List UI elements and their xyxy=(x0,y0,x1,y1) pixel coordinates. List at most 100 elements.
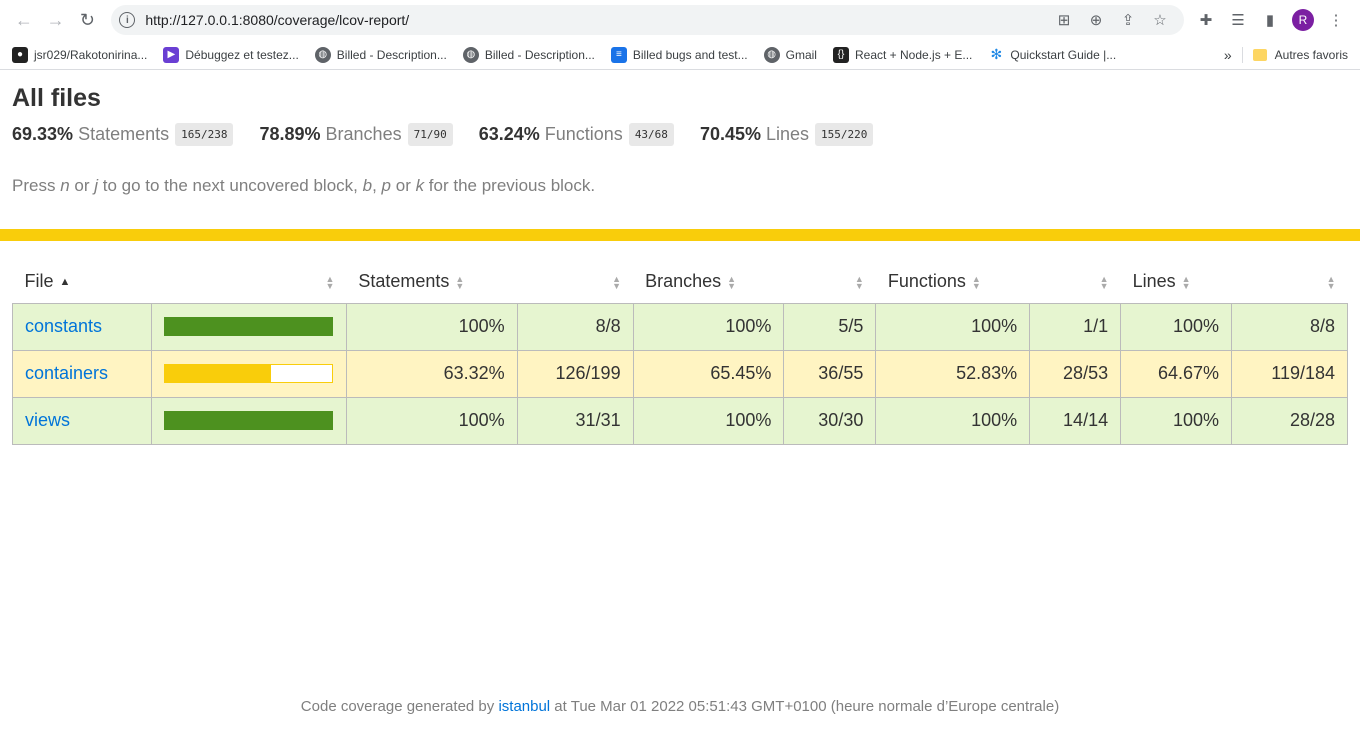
bookmark-item[interactable]: ✻ Quickstart Guide |... xyxy=(988,46,1117,63)
lines-pct: 100% xyxy=(1120,396,1232,445)
coverage-bar-cell xyxy=(150,302,347,351)
bookmarks-bar: ● jsr029/Rakotonirina... ▶ Débuggez et test… xyxy=(0,40,1360,70)
column-statements-raw[interactable]: ▲ ▼ xyxy=(517,261,633,303)
openclassrooms-icon: ▶ xyxy=(163,46,180,63)
bookmark-item[interactable]: ◍ Gmail xyxy=(763,46,817,63)
bookmark-item[interactable]: {} React + Node.js + E... xyxy=(832,46,973,63)
report-header: All files 69.33% Statements 165/238 78.8… xyxy=(0,70,1360,196)
column-lines[interactable]: Lines ▲ ▼ xyxy=(1121,261,1232,303)
statements-pct: 100% xyxy=(345,302,518,351)
other-bookmarks-folder[interactable]: Autres favoris xyxy=(1275,48,1348,62)
summary-label: Statements xyxy=(78,124,170,144)
summary-fraction: 71/90 xyxy=(407,123,453,146)
functions-pct: 52.83% xyxy=(875,349,1031,398)
forward-button[interactable]: → xyxy=(40,4,72,36)
bookmark-label: React + Node.js + E... xyxy=(854,47,973,62)
functions-fraction: 28/53 xyxy=(1029,349,1122,398)
file-link[interactable]: views xyxy=(25,410,70,430)
coverage-bar xyxy=(163,411,333,430)
summary-fraction: 43/68 xyxy=(628,123,674,146)
footer-text: Code coverage generated by xyxy=(300,698,499,715)
summary-label: Branches xyxy=(325,124,402,144)
globe-icon: ◍ xyxy=(314,46,331,63)
coverage-bar-fill xyxy=(164,412,332,429)
site-info-icon[interactable]: i xyxy=(119,12,136,28)
bookmark-label: Billed bugs and test... xyxy=(632,47,748,62)
summary-pct: 69.33% xyxy=(12,124,74,144)
coverage-summary: 69.33% Statements 165/238 78.89% Branche… xyxy=(12,123,1348,146)
file-cell: constants xyxy=(12,302,152,351)
file-cell: views xyxy=(12,396,152,445)
menu-kebab-icon[interactable]: ⋮ xyxy=(1320,7,1352,33)
summary-lines: 70.45% Lines 155/220 xyxy=(699,123,874,146)
keyboard-hint: Press n or j to go to the next uncovered… xyxy=(12,176,596,195)
url-text[interactable]: http://127.0.0.1:8080/coverage/lcov-repo… xyxy=(145,12,1048,28)
file-cell: containers xyxy=(12,349,152,398)
column-file[interactable]: File ▲ xyxy=(13,261,152,303)
lines-fraction: 119/184 xyxy=(1231,349,1348,398)
column-branches-raw[interactable]: ▲ ▼ xyxy=(784,261,876,303)
share-icon[interactable]: ⇪ xyxy=(1112,7,1144,33)
column-lines-raw[interactable]: ▲ ▼ xyxy=(1232,261,1348,303)
github-icon: ● xyxy=(12,46,28,63)
file-link[interactable]: constants xyxy=(25,316,102,336)
bookmarks-overflow-button[interactable]: » xyxy=(1224,47,1232,63)
column-statements[interactable]: Statements ▲ ▼ xyxy=(346,261,517,303)
bookmark-star-icon[interactable]: ☆ xyxy=(1144,7,1176,33)
coverage-bar-cell xyxy=(150,396,347,445)
functions-pct: 100% xyxy=(875,396,1031,445)
extensions-icon[interactable]: ✚ xyxy=(1190,7,1222,33)
profile-avatar[interactable]: R xyxy=(1292,9,1314,31)
bookmark-label: Quickstart Guide |... xyxy=(1010,47,1117,62)
code-icon: {} xyxy=(832,46,849,63)
bookmark-item[interactable]: ◍ Billed - Description... xyxy=(314,46,447,63)
reload-button[interactable]: ↻ xyxy=(72,4,104,36)
file-link[interactable]: containers xyxy=(25,363,108,383)
table-row: containers 63.32% 126/199 65.45% 36/55 52.83%… xyxy=(12,349,1348,398)
statements-pct: 63.32% xyxy=(345,349,518,398)
statements-fraction: 31/31 xyxy=(516,396,634,445)
zoom-icon[interactable]: ⊕ xyxy=(1080,7,1112,33)
bookmark-item[interactable]: ▶ Débuggez et testez... xyxy=(163,46,299,63)
translate-icon[interactable]: ⊞ xyxy=(1048,7,1080,33)
branches-pct: 65.45% xyxy=(632,349,785,398)
folder-icon xyxy=(1252,48,1267,61)
bookmark-item[interactable]: ≡ Billed bugs and test... xyxy=(610,46,748,63)
reading-list-icon[interactable]: ☰ xyxy=(1222,7,1254,33)
table-row: views 100% 31/31 100% 30/30 100% 14/14 100% 28/2… xyxy=(12,396,1348,445)
address-bar[interactable]: i http://127.0.0.1:8080/coverage/lcov-re… xyxy=(111,5,1184,35)
statements-pct: 100% xyxy=(345,396,518,445)
sort-icon: ▲ ▼ xyxy=(854,273,864,291)
lines-fraction: 8/8 xyxy=(1231,302,1348,351)
bookmark-label: Gmail xyxy=(785,47,817,62)
column-functions[interactable]: Functions ▲ ▼ xyxy=(876,261,1030,303)
summary-label: Lines xyxy=(766,124,810,144)
bookmark-item[interactable]: ● jsr029/Rakotonirina... xyxy=(12,46,147,63)
column-branches[interactable]: Branches ▲ ▼ xyxy=(633,261,784,303)
column-functions-raw[interactable]: ▲ ▼ xyxy=(1030,261,1121,303)
summary-pct: 70.45% xyxy=(699,124,761,144)
doc-icon: ≡ xyxy=(610,46,627,63)
sort-icon: ▲ ▼ xyxy=(727,273,737,291)
side-panel-icon[interactable]: ▮ xyxy=(1254,7,1286,33)
functions-fraction: 1/1 xyxy=(1029,302,1122,351)
table-row: constants 100% 8/8 100% 5/5 100% 1/1 100% 8/8 xyxy=(12,302,1348,351)
coverage-bar xyxy=(163,364,333,383)
bookmark-label: Billed - Description... xyxy=(336,47,447,62)
coverage-status-bar xyxy=(0,229,1360,241)
istanbul-link[interactable]: istanbul xyxy=(498,698,550,715)
footer: Code coverage generated by istanbul at T… xyxy=(0,698,1360,715)
branches-pct: 100% xyxy=(632,302,785,351)
statements-fraction: 126/199 xyxy=(516,349,634,398)
coverage-table: File ▲ ▲ ▼ Statements ▲ ▼ ▲ ▼ Branches ▲ ▼ ▲ ▼ F… xyxy=(12,261,1348,445)
back-button[interactable]: ← xyxy=(8,4,40,36)
branches-pct: 100% xyxy=(632,396,785,445)
bookmark-item[interactable]: ◍ Billed - Description... xyxy=(462,46,595,63)
coverage-bar xyxy=(163,317,333,336)
globe-icon: ◍ xyxy=(462,46,479,63)
sort-asc-icon: ▲ xyxy=(59,276,71,288)
summary-fraction: 165/238 xyxy=(175,123,234,146)
column-pic-sort[interactable]: ▲ ▼ xyxy=(151,261,346,303)
summary-pct: 63.24% xyxy=(478,124,540,144)
sort-icon: ▲ ▼ xyxy=(971,273,981,291)
